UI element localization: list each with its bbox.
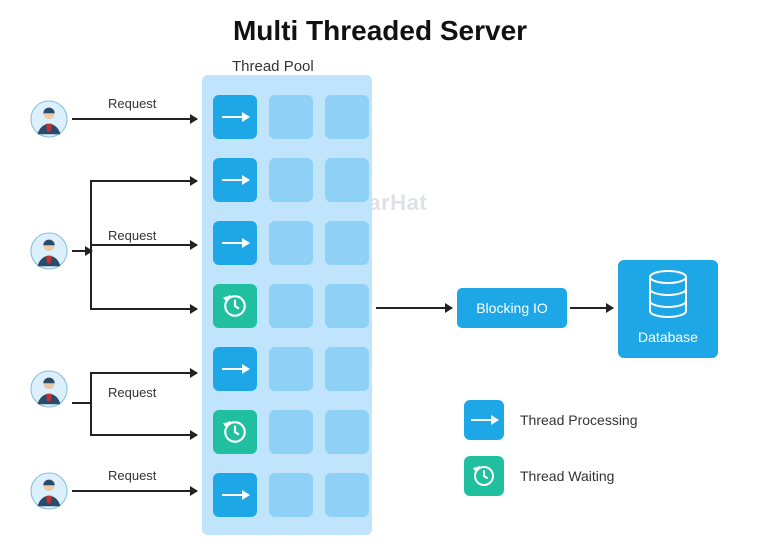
thread-pool [202,75,372,535]
io-to-db-arrow [570,307,613,309]
arrow-right-icon [222,242,248,244]
thread-empty-cell [269,473,313,517]
request-arrow [72,490,197,492]
thread-empty-cell [325,221,369,265]
arrow-right-icon [222,494,248,496]
request-connector [90,372,92,436]
thread-empty-cell [269,95,313,139]
legend-label: Thread Processing [520,412,638,428]
thread-empty-cell [269,221,313,265]
request-arrow [90,434,197,436]
clock-icon [222,419,248,445]
arrow-right-icon [222,179,248,181]
thread-waiting-cell [213,410,257,454]
thread-empty-cell [269,284,313,328]
legend-label: Thread Waiting [520,468,614,484]
pool-to-io-arrow [376,307,452,309]
legend-item-processing: Thread Processing [464,400,638,440]
thread-empty-cell [325,410,369,454]
request-arrow [90,308,197,310]
thread-empty-cell [325,347,369,391]
thread-empty-cell [325,95,369,139]
arrow-right-icon [222,368,248,370]
diagram-title: Multi Threaded Server [0,0,760,47]
thread-empty-cell [269,158,313,202]
thread-empty-cell [325,473,369,517]
arrow-right-icon [464,400,504,440]
user-icon [30,232,68,270]
user-icon [30,100,68,138]
request-arrow [90,244,197,246]
thread-empty-cell [325,158,369,202]
database-icon [646,270,690,325]
request-arrow [72,118,197,120]
thread-processing-cell [213,221,257,265]
thread-waiting-cell [213,284,257,328]
request-label: Request [108,228,156,243]
clock-icon [222,293,248,319]
thread-empty-cell [325,284,369,328]
request-label: Request [108,96,156,111]
database-box: Database [618,260,718,358]
thread-processing-cell [213,158,257,202]
thread-processing-cell [213,95,257,139]
blocking-io-box: Blocking IO [457,288,567,328]
clock-icon [464,456,504,496]
thread-processing-cell [213,347,257,391]
legend: Thread Processing Thread Waiting [464,400,638,512]
request-label: Request [108,468,156,483]
thread-processing-cell [213,473,257,517]
thread-empty-cell [269,347,313,391]
arrow-right-icon [222,116,248,118]
request-arrow [90,180,197,182]
thread-empty-cell [269,410,313,454]
legend-item-waiting: Thread Waiting [464,456,638,496]
user-icon [30,472,68,510]
thread-pool-label: Thread Pool [232,58,314,75]
request-label: Request [108,385,156,400]
request-arrow [90,372,197,374]
user-icon [30,370,68,408]
database-label: Database [618,329,718,345]
